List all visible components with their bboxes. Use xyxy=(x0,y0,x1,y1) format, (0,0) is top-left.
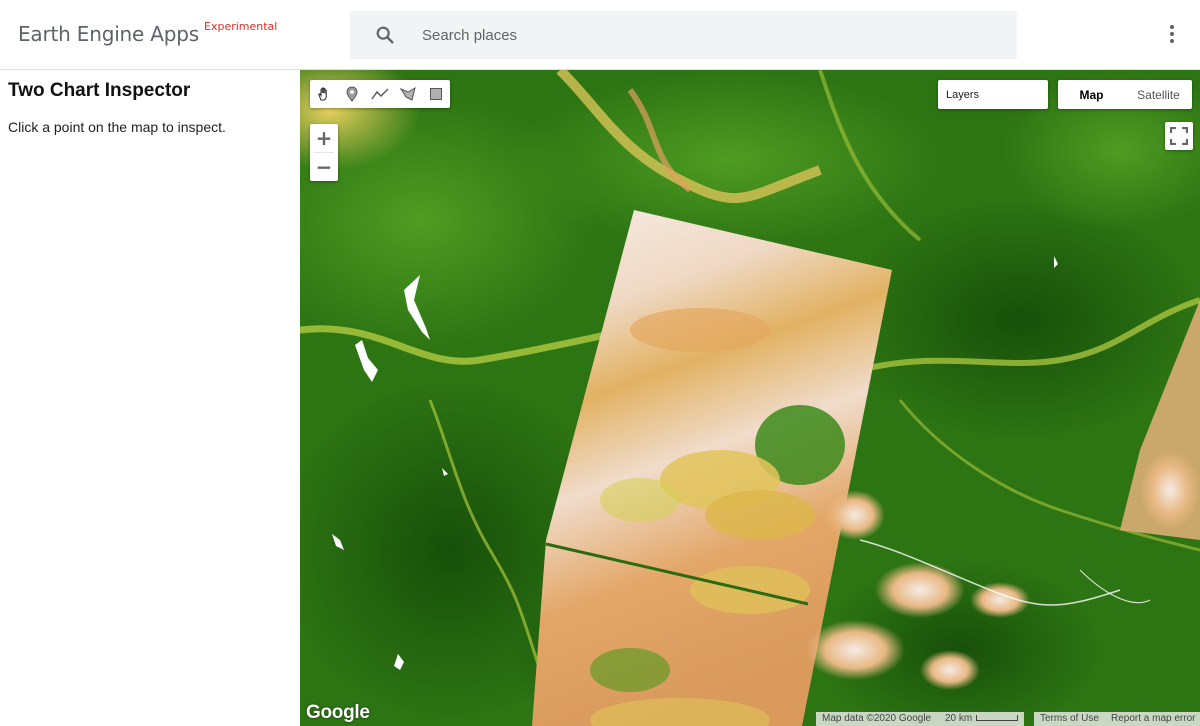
point-tool[interactable] xyxy=(338,80,366,108)
zoom-controls: + − xyxy=(310,124,338,181)
app-header: Earth Engine Apps Experimental xyxy=(0,0,1200,70)
rectangle-tool[interactable] xyxy=(422,80,450,108)
panel-title: Two Chart Inspector xyxy=(8,80,191,101)
fullscreen-button[interactable] xyxy=(1165,122,1193,150)
experimental-tag: Experimental xyxy=(204,20,278,33)
pan-tool[interactable] xyxy=(310,80,338,108)
fullscreen-icon xyxy=(1170,127,1188,145)
point-marker-icon xyxy=(346,86,358,102)
zoom-out-button[interactable]: − xyxy=(310,153,338,181)
scale-indicator[interactable]: 20 km xyxy=(939,712,1024,726)
app-title: Earth Engine Apps xyxy=(18,22,199,46)
scale-bar xyxy=(976,715,1019,721)
polygon-icon xyxy=(400,87,416,101)
hand-icon xyxy=(318,87,327,101)
drawing-toolbar xyxy=(310,80,450,108)
side-panel: Two Chart Inspector Click a point on the… xyxy=(0,70,300,726)
map-imagery xyxy=(300,70,1200,726)
layers-dropdown[interactable]: Layers xyxy=(938,80,1048,109)
map-data-attribution[interactable]: Map data ©2020 Google xyxy=(816,712,939,726)
polygon-tool[interactable] xyxy=(394,80,422,108)
report-map-error-link[interactable]: Report a map error xyxy=(1105,712,1200,726)
map-type-control: Map Satellite xyxy=(1058,80,1192,109)
map-type-map-button[interactable]: Map xyxy=(1058,80,1125,109)
scale-label: 20 km xyxy=(945,713,973,724)
more-options-icon[interactable] xyxy=(1160,22,1184,48)
search-box xyxy=(350,11,1017,59)
google-logo: Google xyxy=(306,702,370,723)
zoom-in-button[interactable]: + xyxy=(310,124,338,152)
map-canvas[interactable]: + − Layers Map Satellite Google Map data… xyxy=(300,70,1200,726)
line-icon xyxy=(371,88,389,100)
panel-instructions: Click a point on the map to inspect. xyxy=(8,119,226,135)
search-icon[interactable] xyxy=(374,24,396,46)
map-type-satellite-button[interactable]: Satellite xyxy=(1125,80,1192,109)
search-input[interactable] xyxy=(412,11,1002,59)
rectangle-icon xyxy=(430,88,442,100)
terms-of-use-link[interactable]: Terms of Use xyxy=(1034,712,1105,726)
line-tool[interactable] xyxy=(366,80,394,108)
